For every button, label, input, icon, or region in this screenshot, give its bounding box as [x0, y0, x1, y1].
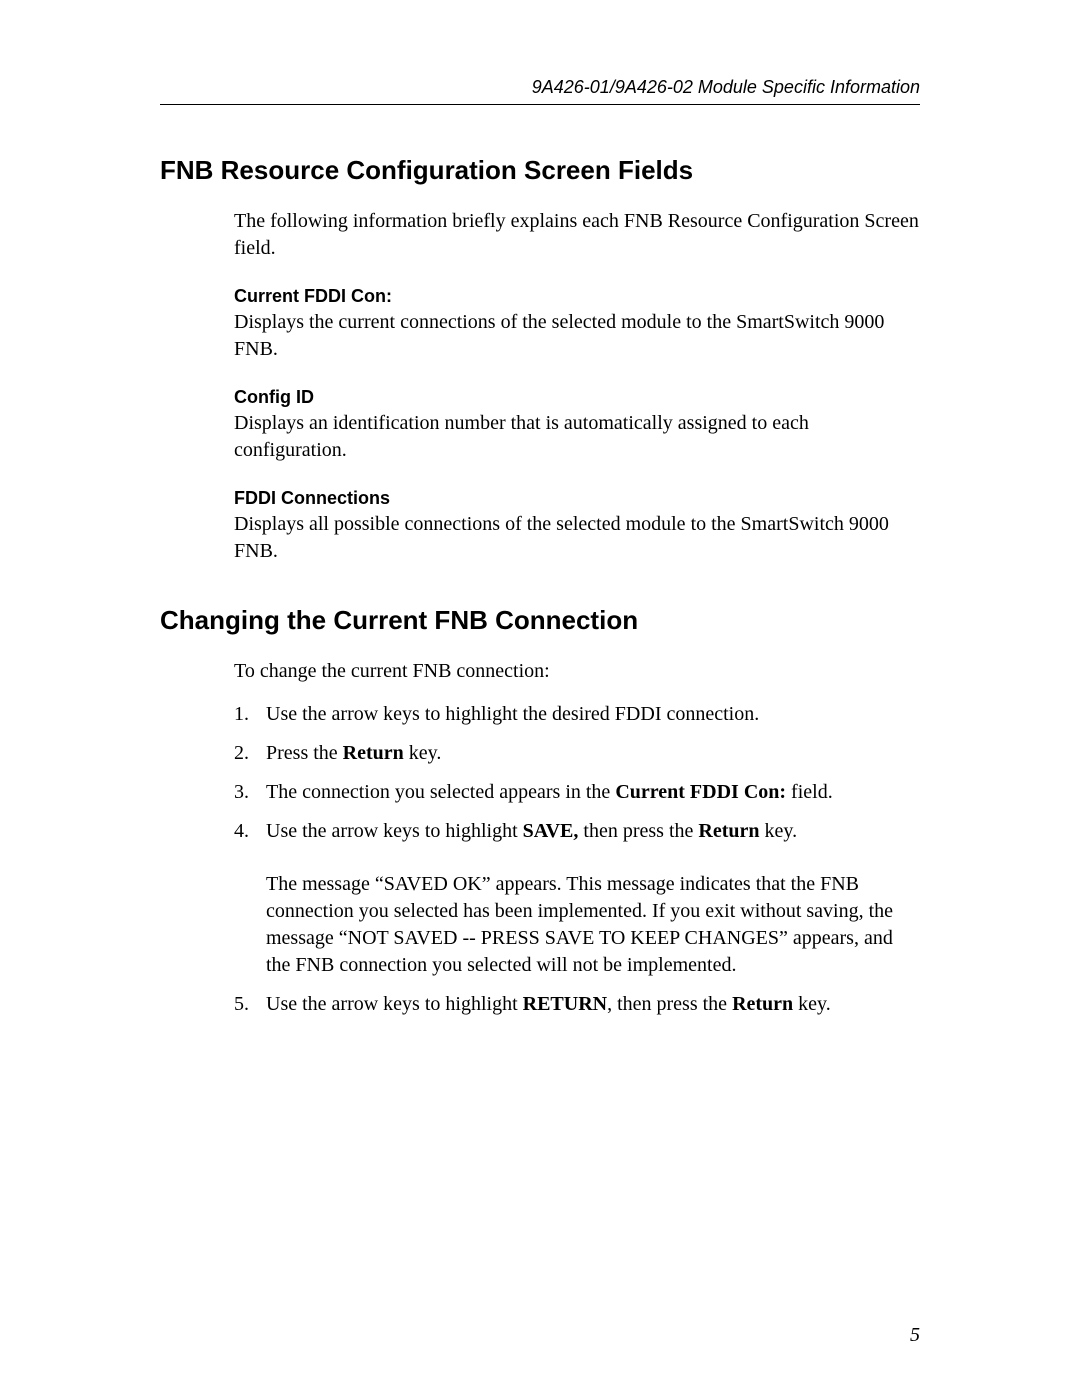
step-3: The connection you selected appears in t… [234, 779, 920, 806]
field-entry: Current FDDI Con: Displays the current c… [234, 286, 920, 363]
step-4-text-a: Use the arrow keys to highlight [266, 820, 523, 842]
step-4-text-c: then press the [578, 820, 698, 842]
section2-intro: To change the current FNB connection: [234, 658, 920, 685]
step-4-bold-return: Return [698, 820, 759, 842]
step-5-text-a: Use the arrow keys to highlight [266, 993, 523, 1015]
section1-intro: The following information briefly explai… [234, 208, 920, 262]
field-label-fddi-connections: FDDI Connections [234, 488, 920, 509]
field-entry: FDDI Connections Displays all possible c… [234, 488, 920, 565]
field-entry: Config ID Displays an identification num… [234, 387, 920, 464]
step-5-text-e: key. [793, 993, 831, 1015]
field-label-config-id: Config ID [234, 387, 920, 408]
step-1: Use the arrow keys to highlight the desi… [234, 701, 920, 728]
running-header: 9A426-01/9A426-02 Module Specific Inform… [160, 77, 920, 98]
step-4: Use the arrow keys to highlight SAVE, th… [234, 818, 920, 979]
step-2: Press the Return key. [234, 740, 920, 767]
section-heading-fnb-fields: FNB Resource Configuration Screen Fields [160, 155, 920, 186]
section-heading-changing-connection: Changing the Current FNB Connection [160, 605, 920, 636]
field-desc-config-id: Displays an identification number that i… [234, 410, 920, 464]
step-4-bold-save: SAVE, [523, 820, 579, 842]
step-5-bold-return-key: Return [732, 993, 793, 1015]
field-desc-fddi-connections: Displays all possible connections of the… [234, 511, 920, 565]
field-label-current-fddi-con: Current FDDI Con: [234, 286, 920, 307]
step-2-text-a: Press the [266, 742, 343, 764]
step-5: Use the arrow keys to highlight RETURN, … [234, 991, 920, 1018]
steps-list: Use the arrow keys to highlight the desi… [234, 701, 920, 1018]
running-header-text: 9A426-01/9A426-02 Module Specific Inform… [532, 77, 920, 97]
step-5-bold-return-label: RETURN [523, 993, 607, 1015]
step-3-text-c: field. [786, 781, 833, 803]
step-2-bold-return: Return [343, 742, 404, 764]
step-4-text-e: key. [760, 820, 798, 842]
header-divider [160, 104, 920, 105]
page-number: 5 [910, 1324, 920, 1347]
step-5-text-c: , then press the [607, 993, 732, 1015]
step-3-bold-field: Current FDDI Con: [615, 781, 786, 803]
step-3-text-a: The connection you selected appears in t… [266, 781, 615, 803]
field-desc-current-fddi-con: Displays the current connections of the … [234, 309, 920, 363]
step-1-text: Use the arrow keys to highlight the desi… [266, 703, 759, 725]
step-4-extra: The message “SAVED OK” appears. This mes… [266, 871, 920, 979]
step-2-text-c: key. [404, 742, 442, 764]
